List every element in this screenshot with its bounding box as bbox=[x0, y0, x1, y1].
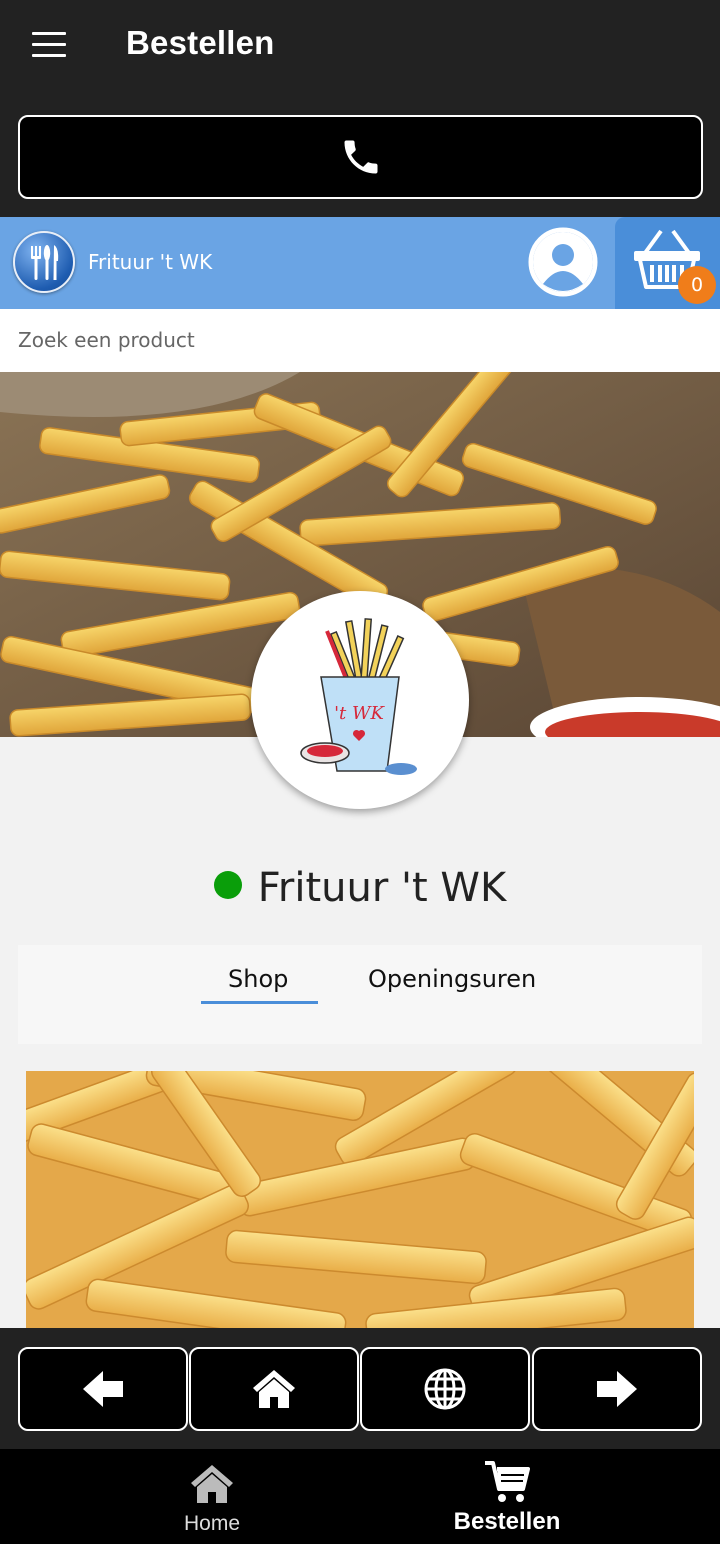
navigation-bar bbox=[0, 1328, 720, 1449]
bottom-tab-bestellen-label: Bestellen bbox=[453, 1508, 561, 1535]
bottom-tab-home[interactable]: Home bbox=[152, 1449, 272, 1544]
back-arrow-icon bbox=[83, 1371, 123, 1407]
phone-icon bbox=[344, 140, 377, 174]
tab-openingsuren[interactable]: Openingsuren bbox=[368, 965, 536, 993]
active-tab-indicator bbox=[201, 1001, 318, 1004]
app-header: Bestellen bbox=[0, 0, 720, 97]
page-title: Bestellen bbox=[126, 24, 275, 61]
shop-name[interactable]: Frituur 't WK bbox=[88, 250, 212, 274]
user-account-icon[interactable] bbox=[527, 226, 599, 298]
open-status-indicator bbox=[213, 871, 242, 899]
store-logo: 't WK bbox=[251, 591, 469, 809]
cart-icon bbox=[485, 1461, 530, 1502]
bottom-tab-bestellen[interactable]: Bestellen bbox=[437, 1449, 577, 1544]
web-button[interactable] bbox=[360, 1347, 530, 1431]
home-icon bbox=[253, 1370, 295, 1408]
back-button[interactable] bbox=[18, 1347, 188, 1431]
forward-button[interactable] bbox=[532, 1347, 702, 1431]
menu-icon[interactable] bbox=[32, 32, 66, 58]
bottom-tab-home-label: Home bbox=[183, 1512, 241, 1535]
call-bar bbox=[0, 97, 720, 217]
search-bar bbox=[0, 309, 720, 372]
bottom-nav: Home Bestellen bbox=[0, 1449, 720, 1544]
cart-count-badge: 0 bbox=[678, 266, 716, 304]
store-title-row: Frituur 't WK bbox=[0, 860, 720, 916]
home-icon bbox=[191, 1465, 233, 1503]
category-image[interactable] bbox=[26, 1071, 694, 1328]
globe-icon bbox=[424, 1368, 466, 1410]
logo-text: 't WK bbox=[334, 703, 385, 724]
cutlery-icon[interactable] bbox=[13, 231, 75, 293]
home-nav-button[interactable] bbox=[189, 1347, 359, 1431]
fries-category-image bbox=[26, 1071, 694, 1328]
tab-bar: Shop Openingsuren bbox=[18, 945, 702, 1044]
search-input[interactable] bbox=[18, 323, 698, 357]
store-title: Frituur 't WK bbox=[257, 865, 507, 911]
tab-shop[interactable]: Shop bbox=[228, 965, 288, 993]
forward-arrow-icon bbox=[597, 1371, 637, 1407]
fries-logo-icon: 't WK bbox=[300, 618, 417, 775]
shop-bar: Frituur 't WK bbox=[0, 217, 720, 309]
call-button[interactable] bbox=[18, 115, 703, 199]
